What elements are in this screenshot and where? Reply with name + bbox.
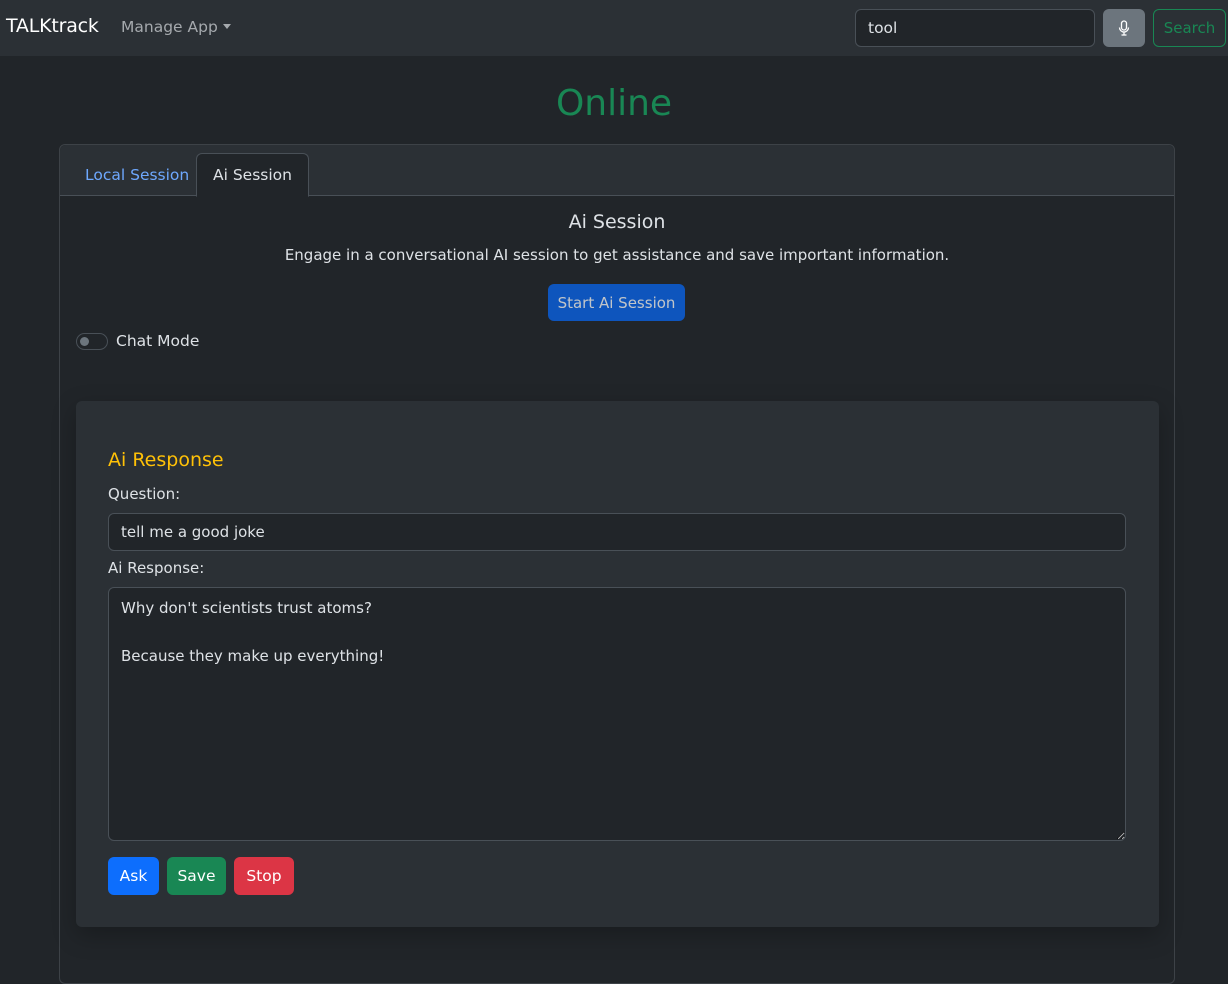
microphone-button[interactable]: [1103, 9, 1145, 47]
brand-logo[interactable]: TALKtrack: [6, 15, 99, 37]
question-label: Question:: [108, 485, 181, 503]
panel-title: Ai Response: [108, 449, 224, 471]
navbar: TALKtrack Manage App Search: [0, 0, 1228, 56]
save-button[interactable]: Save: [167, 857, 226, 895]
caret-down-icon: [222, 24, 231, 29]
tab-ai-session[interactable]: Ai Session: [196, 153, 309, 197]
stop-button[interactable]: Stop: [234, 857, 294, 895]
session-title: Ai Session: [568, 211, 666, 233]
session-description: Engage in a conversational AI session to…: [284, 246, 950, 264]
chat-mode-toggle[interactable]: [76, 333, 108, 350]
search-input[interactable]: [855, 9, 1095, 47]
ask-button[interactable]: Ask: [108, 857, 159, 895]
chat-mode-label: Chat Mode: [116, 332, 200, 350]
toggle-knob: [80, 337, 89, 346]
manage-app-dropdown[interactable]: Manage App: [121, 18, 231, 36]
response-label: Ai Response:: [108, 559, 205, 577]
start-ai-session-button[interactable]: Start Ai Session: [548, 284, 685, 321]
ai-response-panel: Ai Response Question: Ai Response: Why d…: [76, 401, 1159, 927]
tab-local-session[interactable]: Local Session: [69, 153, 205, 196]
search-button[interactable]: Search: [1153, 9, 1226, 47]
microphone-icon: [1118, 20, 1130, 36]
tab-bar: Local Session Ai Session: [60, 145, 1174, 197]
question-input[interactable]: [108, 513, 1126, 551]
response-textarea[interactable]: Why don't scientists trust atoms? Becaus…: [108, 587, 1126, 841]
session-card: Local Session Ai Session Ai Session Enga…: [59, 144, 1175, 984]
connection-status: Online: [555, 83, 673, 124]
manage-app-label: Manage App: [121, 18, 218, 36]
